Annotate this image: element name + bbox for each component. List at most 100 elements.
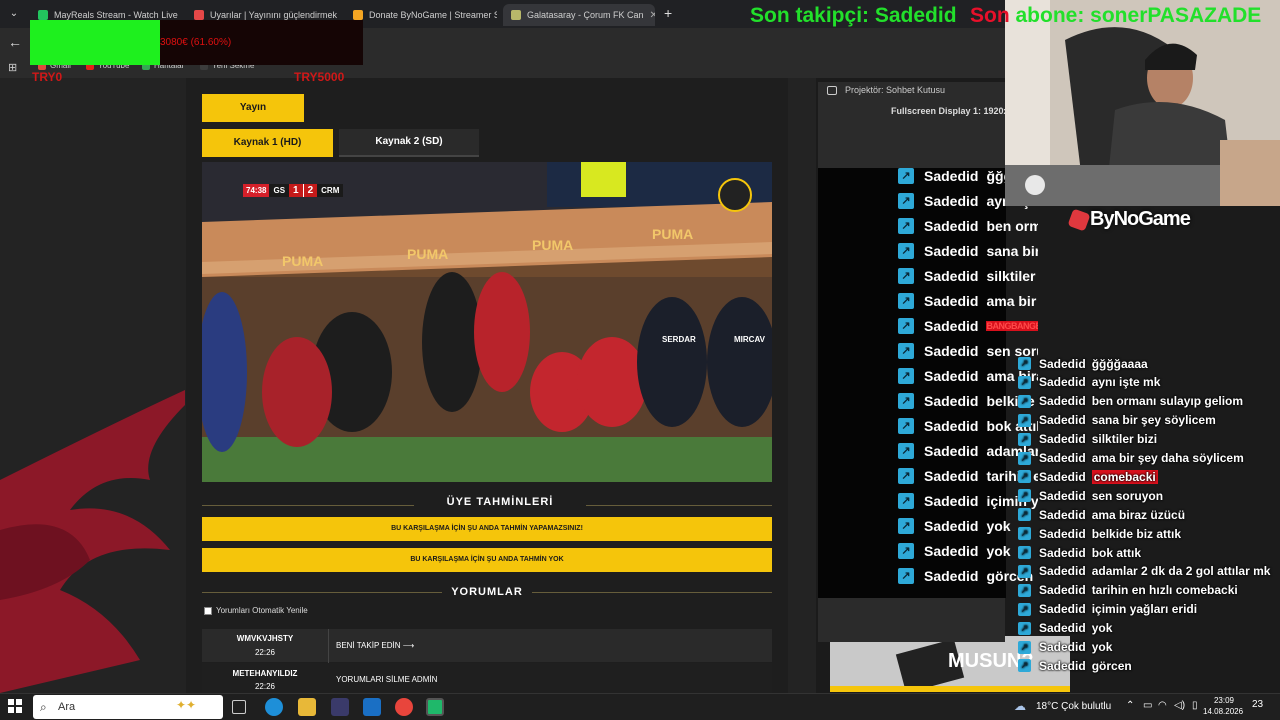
- chat-username: Sadedid: [924, 493, 979, 509]
- comment-user[interactable]: METEHANYILDIZ: [202, 669, 328, 678]
- chat-badge-icon: ↗: [1018, 659, 1031, 673]
- chat-text: silktiler bizi: [1091, 432, 1158, 447]
- chat-text: silktiler bizi: [986, 268, 1038, 284]
- shirt-text: MIRCAV: [734, 335, 766, 344]
- volume-icon[interactable]: ◁): [1174, 700, 1185, 711]
- file-explorer-icon[interactable]: [298, 698, 316, 716]
- chat-badge-icon: ↗: [1018, 394, 1031, 408]
- chat-badge-icon: ↗: [898, 318, 914, 334]
- divider: [586, 505, 772, 506]
- chat-username: Sadedid: [924, 193, 979, 209]
- auto-refresh-option[interactable]: Yorumları Otomatik Yenile: [204, 606, 308, 615]
- projector-display-label: Fullscreen Display 1: 1920x: [891, 106, 1009, 116]
- chat-box-large: ↗Sadedidğğğaaaa↗Sadedidaynı işte mk↗Sade…: [898, 166, 1038, 590]
- clock-date[interactable]: 14.08.2026: [1203, 707, 1243, 716]
- chat-text: aynı işte mk: [1091, 375, 1161, 390]
- last-subscriber-alert: Son abone: sonerPASAZADE: [970, 4, 1261, 28]
- tab-favicon-icon: [511, 10, 521, 20]
- back-arrow-icon[interactable]: ←: [8, 34, 22, 50]
- club-logo-decoration: [0, 360, 200, 693]
- comment-text: BENİ TAKİP EDİN ⟶: [336, 641, 415, 650]
- chat-badge-icon: ↗: [898, 493, 914, 509]
- windows-start-icon[interactable]: [8, 699, 22, 713]
- apps-grid-icon[interactable]: ⊞: [8, 61, 17, 74]
- network-icon[interactable]: ▭: [1143, 700, 1152, 711]
- task-view-icon[interactable]: [232, 700, 246, 714]
- edge-icon[interactable]: [265, 698, 283, 716]
- video-player[interactable]: PUMA PUMA PUMA PUMA SERDAR MIRCAV: [202, 162, 772, 482]
- chat-message: ↗ Sadedid silktiler bizi: [898, 266, 1038, 286]
- chat-overlay-small: ↗ Sadedid ğğğğaaaa ↗ Sadedid aynı işte mk ↗ Sad…: [1018, 355, 1280, 677]
- chat-badge-icon: ↗: [1018, 508, 1031, 522]
- tab-donate[interactable]: Donate ByNoGame | Streamer S ✕: [345, 4, 497, 26]
- obs-icon[interactable]: [426, 698, 444, 716]
- chat-username: Sadedid: [1039, 413, 1086, 428]
- divider: [202, 505, 414, 506]
- chat-username: Sadedid: [924, 318, 979, 334]
- chat-username: Sadedid: [1039, 602, 1086, 617]
- chat-badge-icon: ↗: [898, 418, 914, 434]
- chat-username: Sadedid: [1039, 432, 1086, 447]
- chat-username: Sadedid: [1039, 526, 1086, 541]
- source-sd-button[interactable]: Kaynak 2 (SD): [339, 129, 479, 157]
- away-score: 2: [303, 184, 318, 197]
- chat-message: ↗ Sadedid içimin yağları eridi: [1018, 601, 1197, 618]
- tab-match[interactable]: Galatasaray - Çorum FK Can ✕: [503, 4, 655, 26]
- chat-message: ↗ Sadedid ğğğğaaaa: [1018, 355, 1148, 372]
- chat-message: ↗ Sadedid aynı işte mk: [1018, 374, 1160, 391]
- chat-username: Sadedid: [1039, 658, 1086, 673]
- auto-refresh-label: Yorumları Otomatik Yenile: [216, 606, 308, 615]
- chat-badge-icon: ↗: [1018, 470, 1031, 484]
- wifi-icon[interactable]: ◠: [1158, 700, 1167, 711]
- chrome-icon[interactable]: [395, 698, 413, 716]
- chat-username: Sadedid: [924, 518, 979, 534]
- chat-text: sana bir şey söylicem: [1091, 413, 1216, 428]
- source-hd-button[interactable]: Kaynak 1 (HD): [202, 129, 333, 157]
- stream-button[interactable]: Yayın: [202, 94, 304, 122]
- search-icon: ⌕: [40, 700, 47, 714]
- tab-title: Galatasaray - Çorum FK Can: [527, 10, 644, 20]
- chat-text: görcen: [1091, 658, 1132, 673]
- chat-message: ↗ Sadedid bok attık: [1018, 544, 1141, 561]
- new-tab-button[interactable]: +: [664, 5, 672, 21]
- chat-username: Sadedid: [924, 343, 979, 359]
- battery-icon[interactable]: ▯: [1192, 700, 1198, 711]
- chat-username: Sadedid: [1039, 375, 1086, 390]
- chat-message: ↗ Sadedid comebacki: [1018, 468, 1158, 485]
- notification-count-badge[interactable]: 23: [1252, 699, 1263, 710]
- chat-username: Sadedid: [924, 568, 979, 584]
- tray-expand-icon[interactable]: ⌃: [1126, 700, 1134, 711]
- chat-message: ↗ Sadedid sen soruyon: [1018, 487, 1163, 504]
- chat-username: Sadedid: [924, 443, 979, 459]
- close-tab-icon[interactable]: ✕: [650, 10, 655, 21]
- chat-message: ↗ Sadedid ama biraz üzücü: [1018, 506, 1185, 523]
- donation-goal-amount: 3080€ (61.60%): [160, 37, 232, 48]
- comment-time: 22:26: [254, 682, 276, 691]
- chat-text: ğğğğaaaa: [1091, 356, 1148, 371]
- clock-time[interactable]: 23:09: [1211, 696, 1237, 705]
- chat-username: Sadedid: [924, 468, 979, 484]
- chat-badge-icon: ↗: [898, 243, 914, 259]
- home-score: 1: [289, 184, 303, 197]
- chat-badge-icon: ↗: [1018, 357, 1031, 370]
- projector-icon: [827, 86, 837, 95]
- comments-title: YORUMLAR: [451, 586, 523, 598]
- mail-icon[interactable]: [363, 698, 381, 716]
- chat-message: ↗Sadedidtarihin en hızlı comebacki: [1018, 582, 1238, 599]
- auto-refresh-checkbox[interactable]: [204, 606, 212, 615]
- divider: [202, 592, 442, 593]
- weather-text[interactable]: 18°C Çok bulutlu: [1036, 701, 1111, 712]
- chat-message: ↗ Sadedid sana bir şey söylicem: [898, 241, 1038, 261]
- chat-message: ↗ Sadedid yok: [1018, 639, 1112, 656]
- chat-text: belkide biz attık: [1091, 526, 1182, 541]
- chat-message: ↗ Sadedid silktiler bizi: [1018, 431, 1157, 448]
- chat-badge-icon: ↗: [898, 293, 914, 309]
- tab-list-icon[interactable]: ⌄: [6, 6, 22, 22]
- store-icon[interactable]: [331, 698, 349, 716]
- search-highlight-icon: ✦✦: [176, 698, 197, 712]
- chat-message: ↗Sadedidtarihin en hızlı comebacki: [898, 466, 1038, 486]
- chat-username: Sadedid: [924, 268, 979, 284]
- comment-user[interactable]: WMVKVJHSTY: [202, 634, 328, 643]
- chat-badge-icon: ↗: [1018, 621, 1031, 635]
- webcam-scene: [1005, 0, 1280, 206]
